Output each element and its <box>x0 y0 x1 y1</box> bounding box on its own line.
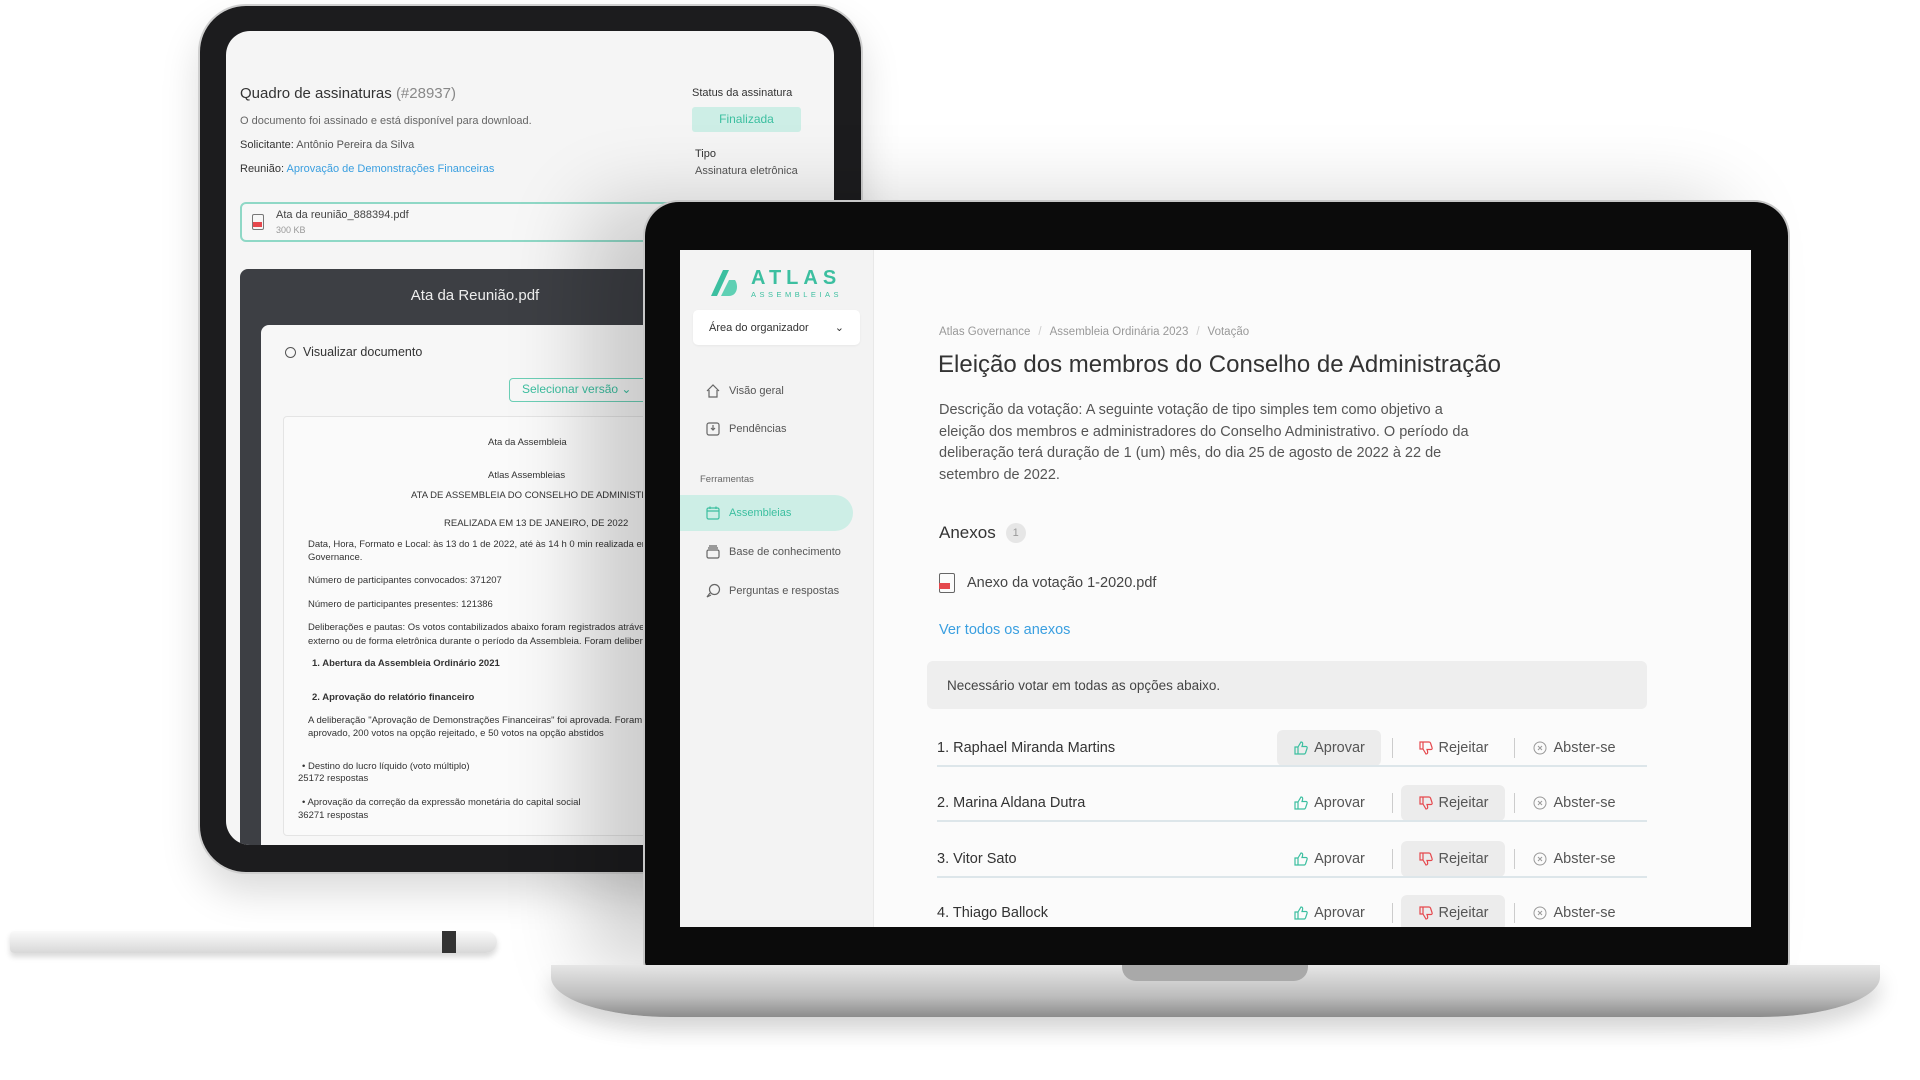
abstain-circle-x-icon <box>1533 906 1547 920</box>
meeting-link[interactable]: Aprovação de Demonstrações Financeiras <box>287 163 495 175</box>
approve-button[interactable]: Aprovar <box>1277 730 1381 766</box>
pdf-file-icon <box>252 214 264 230</box>
abstain-button[interactable]: Abster-se <box>1527 785 1621 821</box>
search-icon[interactable] <box>285 347 296 358</box>
breadcrumb-item[interactable]: Assembleia Ordinária 2023 <box>1050 326 1189 338</box>
doc-line: externo ou de forma eletrônica durante o… <box>308 636 682 647</box>
doc-line: Número de participantes presentes: 12138… <box>308 599 493 610</box>
doc-line: Ata da Assembleia <box>488 437 567 448</box>
candidate-name: 3. Vitor Sato <box>937 851 1017 867</box>
attachment-item[interactable]: Anexo da votação 1-2020.pdf <box>939 573 1156 593</box>
divider <box>1514 738 1515 758</box>
reject-button[interactable]: Rejeitar <box>1401 895 1505 927</box>
signed-message: O documento foi assinado e está disponív… <box>240 115 532 127</box>
file-name: Ata da reunião_888394.pdf <box>276 209 409 221</box>
doc-line: 1. Abertura da Assembleia Ordinário 2021 <box>312 658 500 669</box>
abstain-circle-x-icon <box>1533 741 1547 755</box>
approve-button[interactable]: Aprovar <box>1277 785 1381 821</box>
row-divider <box>937 765 1647 767</box>
approve-button[interactable]: Aprovar <box>1277 895 1381 927</box>
abstain-circle-x-icon <box>1533 852 1547 866</box>
type-label: Tipo <box>695 148 716 160</box>
thumbs-down-icon <box>1418 741 1433 755</box>
thumbs-down-icon <box>1418 906 1433 920</box>
attachments-count: 1 <box>1005 523 1026 543</box>
doc-line: Número de participantes convocados: 3712… <box>308 575 502 586</box>
notice-box: Necessário votar em todas as opções abai… <box>927 661 1647 709</box>
signature-board-title: Quadro de assinaturas (#28937) <box>240 85 456 102</box>
doc-line: 36271 respostas <box>298 810 369 821</box>
stylus-pencil <box>10 931 497 953</box>
candidate-name: 2. Marina Aldana Dutra <box>937 795 1086 811</box>
attachments-heading: Anexos 1 <box>939 523 1026 543</box>
file-size: 300 KB <box>276 225 306 235</box>
reject-button[interactable]: Rejeitar <box>1401 841 1505 877</box>
thumbs-up-icon <box>1294 906 1308 920</box>
status-badge: Finalizada <box>692 107 801 132</box>
laptop-notch <box>1122 965 1308 981</box>
abstain-button[interactable]: Abster-se <box>1527 841 1621 877</box>
abstain-button[interactable]: Abster-se <box>1527 730 1621 766</box>
thumbs-up-icon <box>1294 796 1308 810</box>
thumbs-up-icon <box>1294 741 1308 755</box>
doc-line: 25172 respostas <box>298 773 369 784</box>
pdf-file-icon <box>939 573 955 593</box>
breadcrumb-item[interactable]: Atlas Governance <box>939 326 1030 338</box>
thumbs-up-icon <box>1294 852 1308 866</box>
candidate-name: 1. Raphael Miranda Martins <box>937 740 1116 756</box>
breadcrumb-item: Votação <box>1207 326 1250 338</box>
thumbs-down-icon <box>1418 852 1433 866</box>
chevron-down-icon: ⌄ <box>621 382 632 396</box>
vote-description: Descrição da votação: A seguinte votação… <box>939 402 1469 483</box>
status-label: Status da assinatura <box>692 87 793 99</box>
main-content: Atlas Governance / Assembleia Ordinária 20… <box>680 250 1751 927</box>
page-title: Eleição dos membros do Conselho de Admin… <box>938 351 1501 378</box>
divider <box>1514 793 1515 813</box>
doc-line: Deliberações e pautas: Os votos contabil… <box>308 622 679 633</box>
reject-button[interactable]: Rejeitar <box>1401 785 1505 821</box>
doc-line: aprovado, 200 votos na opção rejeitado, … <box>308 728 604 739</box>
doc-line: A deliberação "Aprovação de Demonstraçõe… <box>308 715 682 726</box>
meeting: Reunião: Aprovação de Demonstrações Fina… <box>240 163 495 175</box>
divider <box>1514 903 1515 923</box>
divider <box>1392 903 1393 923</box>
see-all-attachments-link[interactable]: Ver todos os anexos <box>939 622 1070 638</box>
laptop-screen: ATLAS ASSEMBLEIAS Área do organizador ⌄ Vi… <box>680 250 1751 927</box>
requester: Solicitante: Antônio Pereira da Silva <box>240 139 415 151</box>
candidate-name: 4. Thiago Ballock <box>937 905 1048 921</box>
thumbs-down-icon <box>1418 796 1433 810</box>
doc-line: ATA DE ASSEMBLEIA DO CONSELHO DE ADMINIS… <box>411 490 676 501</box>
row-divider <box>937 876 1647 878</box>
divider <box>1392 738 1393 758</box>
doc-line: REALIZADA EM 13 DE JANEIRO, DE 2022 <box>444 518 629 529</box>
doc-line: Governance. <box>308 552 363 563</box>
reject-button[interactable]: Rejeitar <box>1401 730 1505 766</box>
row-divider <box>937 820 1647 822</box>
abstain-circle-x-icon <box>1533 796 1547 810</box>
approve-button[interactable]: Aprovar <box>1277 841 1381 877</box>
doc-line: 2. Aprovação do relatório financeiro <box>312 692 475 703</box>
view-document-label: Visualizar documento <box>303 345 423 359</box>
abstain-button[interactable]: Abster-se <box>1527 895 1621 927</box>
breadcrumb: Atlas Governance / Assembleia Ordinária 20… <box>939 326 1250 338</box>
doc-line: Data, Hora, Formato e Local: às 13 do 1 … <box>308 539 685 550</box>
doc-line: Atlas Assembleias <box>488 470 566 481</box>
doc-line: • Aprovação da correção da expressão mon… <box>302 797 581 808</box>
divider <box>1514 849 1515 869</box>
divider <box>1392 849 1393 869</box>
doc-line: • Destino do lucro líquido (voto múltipl… <box>302 761 470 772</box>
type-value: Assinatura eletrônica <box>695 165 798 177</box>
divider <box>1392 793 1393 813</box>
viewer-title: Ata da Reunião.pdf <box>410 287 540 304</box>
